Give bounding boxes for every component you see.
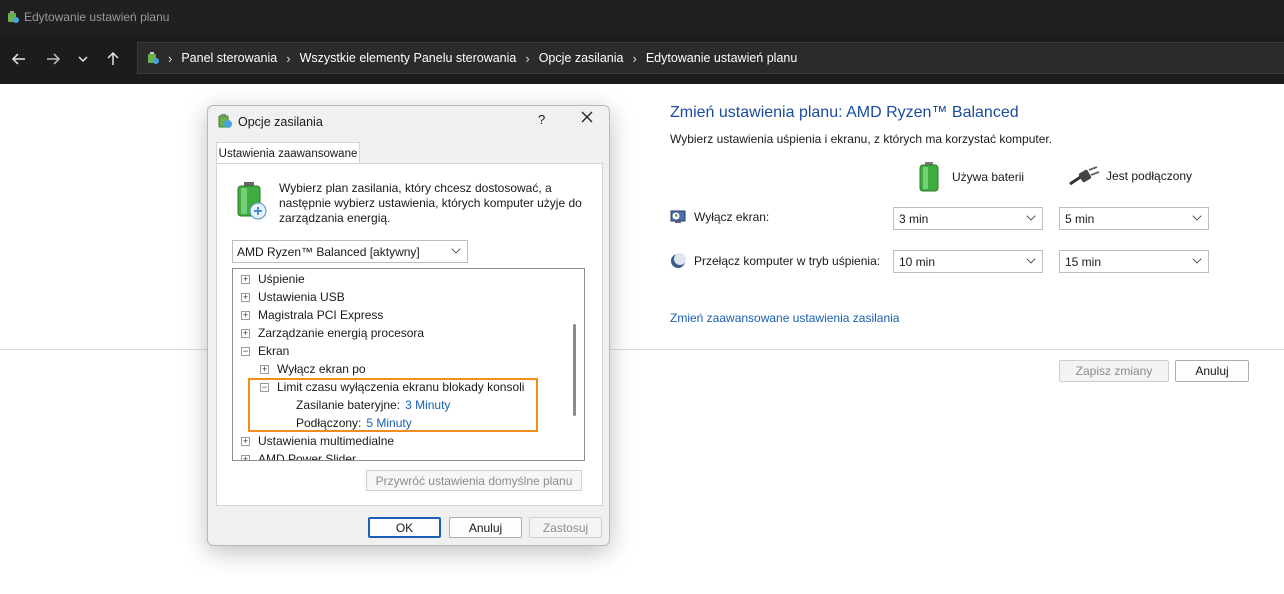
tree-item-label: Ustawienia USB [258, 290, 345, 304]
chevron-down-icon [1192, 211, 1202, 221]
chevron-down-icon [1026, 211, 1036, 221]
expand-icon[interactable]: + [241, 436, 250, 446]
restore-defaults-button[interactable]: Przywróć ustawienia domyślne planu [366, 470, 582, 491]
display-off-plugged-value: 5 min [1065, 211, 1095, 226]
battery-icon [919, 162, 939, 192]
breadcrumb-edit-plan[interactable]: Edytowanie ustawień planu [646, 51, 798, 65]
power-options-icon [8, 11, 19, 23]
breadcrumb-control-panel[interactable]: Panel sterowania [181, 51, 277, 65]
display-off-battery-select[interactable]: 3 min [893, 207, 1043, 230]
tree-item-pci[interactable]: + Magistrala PCI Express [241, 306, 383, 324]
power-options-icon [218, 114, 232, 128]
chevron-right-icon: › [286, 50, 291, 66]
back-arrow-icon[interactable] [4, 44, 34, 74]
plan-select-value: AMD Ryzen™ Balanced [aktywny] [237, 244, 420, 259]
tree-item-label: AMD Power Slider [258, 452, 357, 461]
expand-icon[interactable]: + [241, 292, 250, 302]
tree-item-label: Ustawienia multimedialne [258, 434, 395, 448]
tree-item-label: Magistrala PCI Express [258, 308, 384, 322]
expand-icon[interactable]: + [241, 310, 250, 320]
control-panel-icon [148, 52, 159, 64]
tree-item-amd-slider[interactable]: + AMD Power Slider [241, 450, 357, 461]
address-bar[interactable]: › Panel sterowania › Wszystkie elementy … [137, 42, 1284, 74]
tree-item-label: Wyłącz ekran po [277, 362, 366, 376]
collapse-icon[interactable]: − [241, 346, 250, 356]
navigation-bar: › Panel sterowania › Wszystkie elementy … [0, 34, 1284, 84]
battery-column-label: Używa baterii [952, 170, 1025, 184]
breadcrumb-power-options[interactable]: Opcje zasilania [539, 51, 624, 65]
breadcrumb-all-items[interactable]: Wszystkie elementy Panelu sterowania [300, 51, 517, 65]
sleep-label: Przełącz komputer w tryb uśpienia: [694, 254, 881, 268]
window-titlebar: Edytowanie ustawień planu [0, 0, 1284, 34]
tree-item-label: Ekran [258, 344, 290, 358]
chevron-down-icon [451, 244, 461, 254]
advanced-settings-link[interactable]: Zmień zaawansowane ustawienia zasilania [670, 311, 899, 325]
plan-select[interactable]: AMD Ryzen™ Balanced [aktywny] [232, 240, 468, 263]
display-off-label: Wyłącz ekran: [694, 210, 770, 224]
ok-button[interactable]: OK [368, 517, 441, 538]
cancel-button[interactable]: Anuluj [1175, 360, 1249, 382]
sleep-plugged-select[interactable]: 15 min [1059, 250, 1209, 273]
up-arrow-icon[interactable] [98, 44, 128, 74]
settings-tree[interactable]: + Uśpienie + Ustawienia USB + Magistrala… [232, 268, 585, 461]
help-button[interactable]: ? [538, 112, 545, 127]
forward-arrow-icon[interactable] [38, 44, 68, 74]
chevron-down-icon [1192, 254, 1202, 264]
divider [0, 349, 1284, 350]
tree-item-display-off[interactable]: + Wyłącz ekran po [260, 360, 366, 378]
apply-button[interactable]: Zastosuj [529, 517, 602, 538]
power-plug-icon [1069, 166, 1100, 186]
tree-item-usb[interactable]: + Ustawienia USB [241, 288, 345, 306]
display-off-plugged-select[interactable]: 5 min [1059, 207, 1209, 230]
chevron-right-icon: › [525, 50, 530, 66]
intro-text: Wybierz plan zasilania, który chcesz dos… [279, 181, 582, 225]
expand-icon[interactable]: + [241, 328, 250, 338]
recent-locations-chevron-icon[interactable] [68, 44, 98, 74]
tree-item-label: Uśpienie [258, 272, 305, 286]
plugged-column-label: Jest podłączony [1106, 169, 1193, 183]
dialog-cancel-button[interactable]: Anuluj [449, 517, 522, 538]
window-title: Edytowanie ustawień planu [24, 10, 170, 24]
display-off-battery-value: 3 min [899, 211, 929, 226]
power-options-dialog: Opcje zasilania ? Ustawienia zaawansowan… [207, 105, 610, 546]
tree-item-label: Zarządzanie energią procesora [258, 326, 425, 340]
sleep-plugged-value: 15 min [1065, 254, 1102, 269]
sleep-row-label: Przełącz komputer w tryb uśpienia: [670, 253, 880, 269]
chevron-down-icon [1026, 254, 1036, 264]
chevron-right-icon: › [632, 50, 637, 66]
tab-advanced-settings[interactable]: Ustawienia zaawansowane [216, 142, 360, 164]
tree-item-sleep[interactable]: + Uśpienie [241, 270, 305, 288]
dialog-title: Opcje zasilania [238, 115, 323, 129]
sleep-battery-select[interactable]: 10 min [893, 250, 1043, 273]
moon-sleep-icon [671, 253, 686, 268]
column-header-plugged: Jest podłączony [1068, 166, 1192, 186]
page-title: Zmień ustawienia planu: AMD Ryzen™ Balan… [670, 104, 1019, 121]
tree-item-multimedia[interactable]: + Ustawienia multimedialne [241, 432, 394, 450]
display-off-row-label: Wyłącz ekran: [670, 209, 769, 225]
close-icon[interactable] [580, 110, 594, 129]
expand-icon[interactable]: + [260, 364, 269, 374]
expand-icon[interactable]: + [241, 454, 250, 460]
scrollbar-thumb[interactable] [573, 324, 576, 416]
monitor-clock-icon [670, 210, 686, 223]
page-subtitle: Wybierz ustawienia uśpienia i ekranu, z … [670, 132, 1053, 146]
expand-icon[interactable]: + [241, 274, 250, 284]
sleep-battery-value: 10 min [899, 254, 936, 269]
tree-item-cpu[interactable]: + Zarządzanie energią procesora [241, 324, 424, 342]
chevron-right-icon: › [168, 50, 173, 66]
save-changes-button[interactable]: Zapisz zmiany [1059, 360, 1169, 382]
tree-item-display[interactable]: − Ekran [241, 342, 289, 360]
highlight-box [248, 378, 538, 432]
battery-plan-icon [237, 182, 267, 220]
column-header-battery: Używa baterii [918, 162, 1024, 192]
